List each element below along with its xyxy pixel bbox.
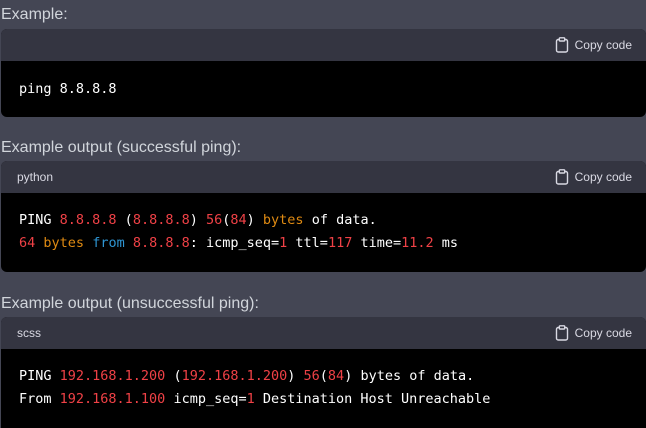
code-token: 192.168.1.200 xyxy=(181,368,288,384)
code-token: 84 xyxy=(230,212,247,228)
code-token: ( xyxy=(165,368,182,384)
code-token: PING xyxy=(19,212,60,228)
code-token: bytes xyxy=(262,212,304,228)
section-heading: Example output (successful ping): xyxy=(1,139,242,156)
code-line: PING 8.8.8.8 (8.8.8.8) 56(84) bytes of d… xyxy=(19,209,628,232)
clipboard-icon xyxy=(555,169,569,185)
code-token: ) xyxy=(287,368,304,384)
code-token: ttl= xyxy=(287,235,328,251)
code-content[interactable]: PING 192.168.1.200 (192.168.1.200) 56(84… xyxy=(1,349,646,411)
code-token: ) bytes of data. xyxy=(344,368,475,384)
copy-code-button[interactable]: Copy code xyxy=(555,325,632,341)
code-token: From xyxy=(19,391,60,407)
code-token: ms xyxy=(433,235,459,251)
clipboard-icon xyxy=(555,325,569,341)
code-block: scss Copy code PING 192.168.1.200 (192.1… xyxy=(1,317,646,428)
code-token: time= xyxy=(352,235,402,251)
code-block: Copy code ping 8.8.8.8 xyxy=(1,29,646,117)
code-line: ping 8.8.8.8 xyxy=(19,78,628,101)
code-line: PING 192.168.1.200 (192.168.1.200) 56(84… xyxy=(19,365,628,388)
code-token: 11.2 xyxy=(401,235,434,251)
code-block-header: Copy code xyxy=(1,29,646,61)
section-heading: Example output (unsuccessful ping): xyxy=(1,295,259,312)
code-token: 84 xyxy=(327,368,345,384)
code-token: icmp_seq= xyxy=(165,391,247,407)
code-token: Destination Host Unreachable xyxy=(254,391,491,407)
code-token: 117 xyxy=(327,235,353,251)
code-token: 56 xyxy=(303,368,320,384)
code-token: 64 xyxy=(19,235,36,251)
code-token: 8.8.8.8 xyxy=(132,235,190,251)
code-token: PING xyxy=(19,368,60,384)
code-token: 192.168.1.200 xyxy=(59,368,166,384)
code-token: ( xyxy=(116,212,133,228)
code-token: ping 8.8.8.8 xyxy=(19,81,117,97)
code-token: 192.168.1.100 xyxy=(59,391,166,407)
code-block-header: python Copy code xyxy=(1,161,646,193)
section-heading: Example: xyxy=(1,6,68,23)
copy-code-label: Copy code xyxy=(574,326,632,340)
code-token: ) xyxy=(246,212,263,228)
code-language-label: scss xyxy=(17,326,41,340)
code-token: bytes xyxy=(43,235,85,251)
code-content[interactable]: ping 8.8.8.8 xyxy=(1,61,646,101)
copy-code-button[interactable]: Copy code xyxy=(555,169,632,185)
code-token: 56 xyxy=(205,212,223,228)
code-block-header: scss Copy code xyxy=(1,317,646,349)
code-token: : icmp_seq= xyxy=(189,235,280,251)
code-language-label: python xyxy=(17,170,54,184)
code-line: 64 bytes from 8.8.8.8: icmp_seq=1 ttl=11… xyxy=(19,232,628,255)
code-block: python Copy code PING 8.8.8.8 (8.8.8.8) … xyxy=(1,161,646,272)
code-token: 8.8.8.8 xyxy=(132,212,190,228)
copy-code-label: Copy code xyxy=(574,38,632,52)
code-token: ( xyxy=(319,368,328,384)
code-line: From 192.168.1.100 icmp_seq=1 Destinatio… xyxy=(19,388,628,411)
copy-code-button[interactable]: Copy code xyxy=(555,37,632,53)
clipboard-icon xyxy=(555,37,569,53)
code-content[interactable]: PING 8.8.8.8 (8.8.8.8) 56(84) bytes of d… xyxy=(1,193,646,255)
code-token: ) xyxy=(189,212,206,228)
code-token: from xyxy=(92,235,125,251)
code-token: 1 xyxy=(246,391,255,407)
code-token: 8.8.8.8 xyxy=(59,212,117,228)
code-token: of data. xyxy=(303,212,377,228)
copy-code-label: Copy code xyxy=(574,170,632,184)
